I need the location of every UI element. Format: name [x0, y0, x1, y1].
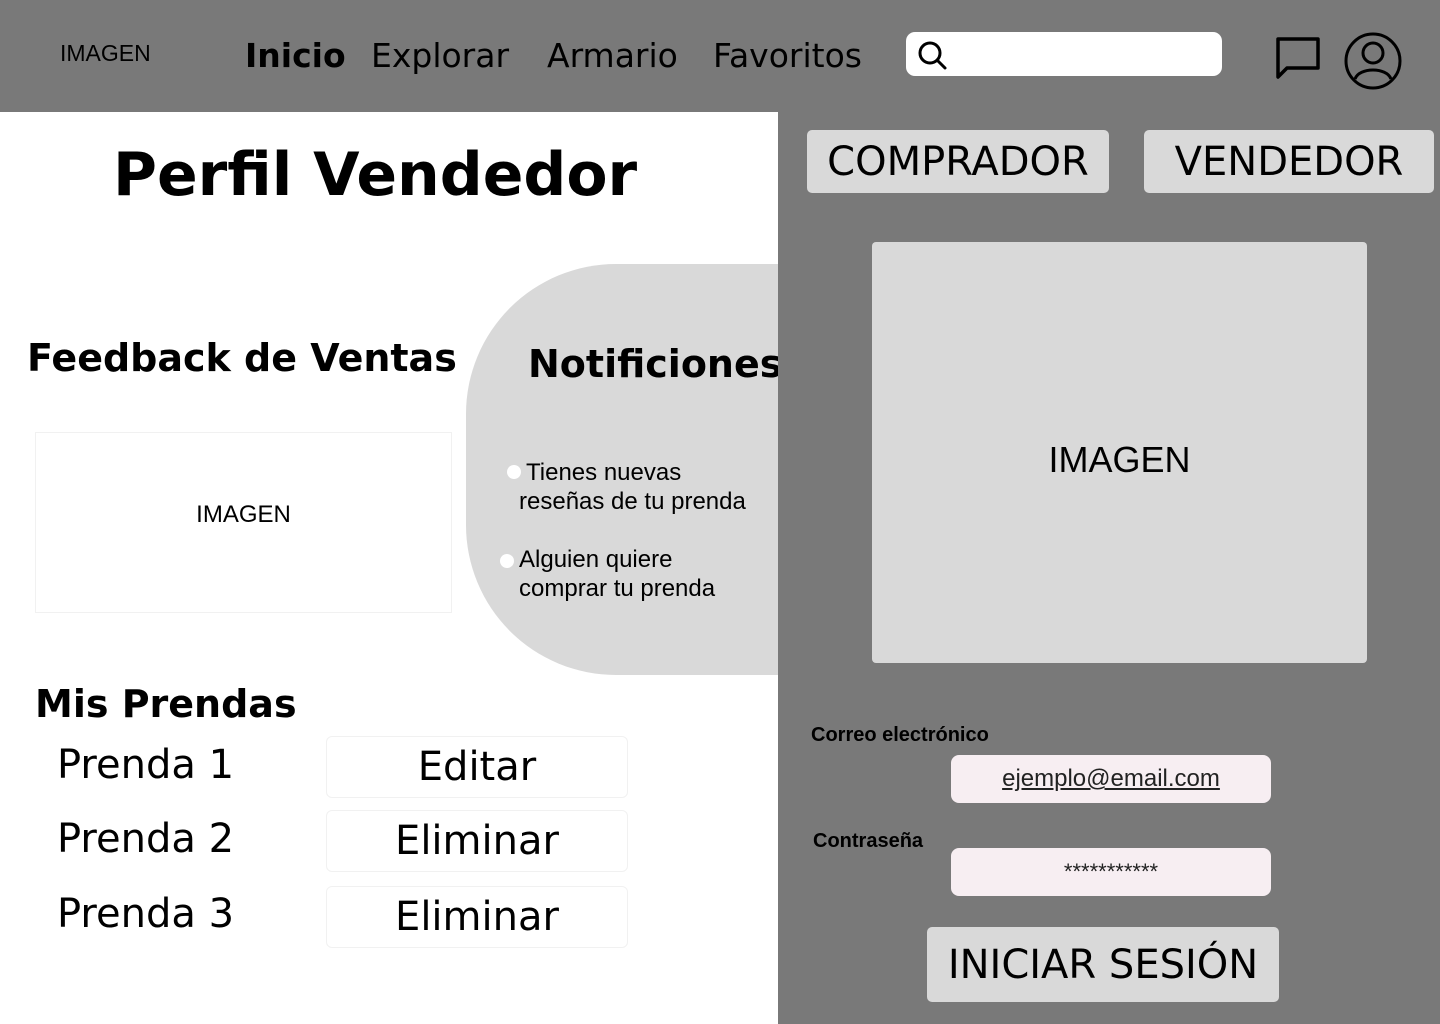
email-label: Correo electrónico	[811, 724, 989, 746]
notification-line: Alguien quiere	[519, 546, 673, 573]
page-title: Perfil Vendedor	[113, 140, 638, 210]
password-field[interactable]	[951, 848, 1271, 896]
notification-item[interactable]: Tienes nuevas reseñas de tu prenda	[519, 458, 746, 516]
delete-button[interactable]: Eliminar	[326, 886, 628, 948]
search-bar[interactable]	[906, 32, 1222, 76]
nav-explorar[interactable]: Explorar	[371, 36, 509, 75]
notification-line: reseñas de tu prenda	[519, 488, 746, 515]
login-image-label: IMAGEN	[1048, 439, 1191, 480]
item-name: Prenda 1	[57, 742, 235, 788]
login-image: IMAGEN	[872, 242, 1367, 663]
notifications-title: Notificiones	[528, 342, 783, 386]
seller-role-button[interactable]: VENDEDOR	[1144, 130, 1434, 193]
notification-line: Tienes nuevas	[526, 459, 682, 486]
notifications-panel: Notificiones Tienes nuevas reseñas de tu…	[466, 264, 782, 675]
search-input[interactable]	[954, 38, 1210, 70]
login-button[interactable]: INICIAR SESIÓN	[927, 927, 1279, 1002]
top-navigation-bar: IMAGEN Inicio Explorar Armario Favoritos	[0, 0, 1440, 112]
email-field[interactable]	[951, 755, 1271, 803]
feedback-image: IMAGEN	[35, 432, 452, 613]
item-name: Prenda 3	[57, 891, 235, 937]
nav-armario[interactable]: Armario	[547, 36, 678, 75]
my-items-title: Mis Prendas	[35, 682, 297, 726]
notification-item[interactable]: Alguien quiere comprar tu prenda	[519, 545, 715, 603]
bullet-icon	[500, 554, 514, 568]
feedback-image-label: IMAGEN	[196, 501, 291, 528]
item-name: Prenda 2	[57, 816, 235, 862]
search-icon[interactable]	[916, 39, 948, 71]
user-icon[interactable]	[1343, 31, 1403, 91]
buyer-role-button[interactable]: COMPRADOR	[807, 130, 1109, 193]
nav-favoritos[interactable]: Favoritos	[713, 36, 862, 75]
delete-button[interactable]: Eliminar	[326, 810, 628, 872]
logo[interactable]: IMAGEN	[60, 40, 151, 67]
nav-inicio[interactable]: Inicio	[245, 36, 346, 75]
login-panel: COMPRADOR VENDEDOR IMAGEN Correo electró…	[778, 112, 1440, 1024]
feedback-title: Feedback de Ventas	[27, 336, 457, 380]
chat-icon[interactable]	[1274, 36, 1322, 80]
password-label: Contraseña	[813, 830, 924, 852]
notification-line: comprar tu prenda	[519, 575, 716, 602]
edit-button[interactable]: Editar	[326, 736, 628, 798]
